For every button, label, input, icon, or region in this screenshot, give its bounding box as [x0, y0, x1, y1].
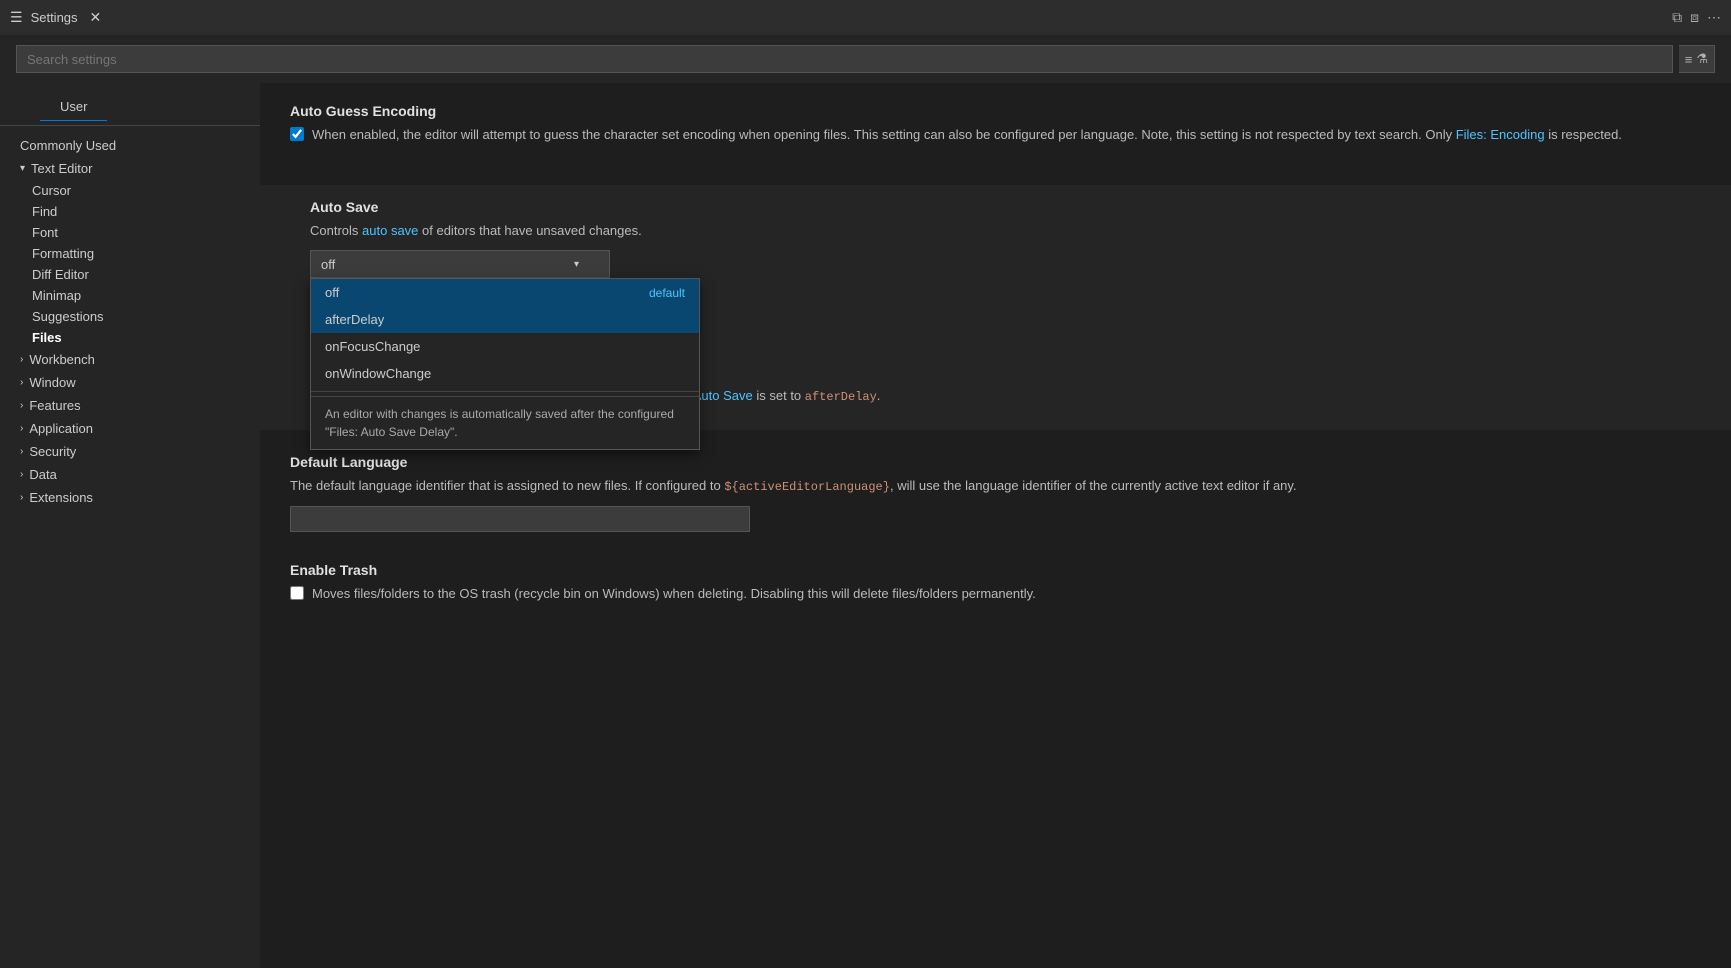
content-area: User Commonly Used ▾ Text Editor Cursor … — [0, 83, 1731, 968]
search-input[interactable] — [16, 45, 1673, 73]
default-language-input[interactable] — [290, 506, 750, 532]
sidebar-item-label: Extensions — [29, 490, 93, 505]
auto-save-dropdown[interactable]: off ▾ — [310, 250, 610, 278]
sidebar-item-label: Text Editor — [31, 161, 92, 176]
sidebar-item-diff-editor[interactable]: Diff Editor — [0, 264, 260, 285]
sidebar-item-label: Features — [29, 398, 80, 413]
auto-guess-encoding-description: When enabled, the editor will attempt to… — [312, 125, 1622, 145]
sidebar-item-data[interactable]: › Data — [0, 463, 260, 486]
sidebar-item-application[interactable]: › Application — [0, 417, 260, 440]
sidebar-item-formatting[interactable]: Formatting — [0, 243, 260, 264]
title-bar-title: Settings — [31, 10, 78, 25]
chevron-right-icon: › — [20, 377, 23, 388]
sidebar-item-window[interactable]: › Window — [0, 371, 260, 394]
enable-trash-title-text: Enable Trash — [290, 562, 377, 578]
sidebar-item-cursor[interactable]: Cursor — [0, 180, 260, 201]
auto-save-title-text: Auto Save — [310, 199, 378, 215]
dropdown-selected-value: off — [321, 257, 335, 272]
auto-save-dropdown-container: off ▾ off default afterDelay onFocusChan… — [310, 250, 610, 278]
option-value: onFocusChange — [325, 339, 420, 354]
sidebar-item-label: Commonly Used — [20, 138, 116, 153]
sidebar-item-workbench[interactable]: › Workbench — [0, 348, 260, 371]
chevron-right-icon: › — [20, 492, 23, 503]
sidebar-item-font[interactable]: Font — [0, 222, 260, 243]
option-default-label: default — [649, 286, 685, 300]
option-value: off — [325, 285, 339, 300]
chevron-right-icon: › — [20, 354, 23, 365]
chevron-right-icon: › — [20, 446, 23, 457]
title-bar-actions: ⧉ ⧈ ⋯ — [1672, 9, 1721, 26]
sidebar-item-files[interactable]: Files — [0, 327, 260, 348]
sidebar-item-label: Application — [29, 421, 93, 436]
clear-search-icon[interactable]: ≡ — [1685, 52, 1693, 67]
option-value: onWindowChange — [325, 366, 431, 381]
sidebar-item-extensions[interactable]: › Extensions — [0, 486, 260, 509]
more-actions-icon[interactable]: ⋯ — [1707, 9, 1721, 26]
search-bar-container: ≡ ⚗ — [0, 35, 1731, 83]
default-language-title: Default Language — [290, 454, 1701, 470]
dropdown-menu: off default afterDelay onFocusChange onW… — [310, 278, 700, 450]
dropdown-description: An editor with changes is automatically … — [311, 396, 699, 449]
sidebar-item-security[interactable]: › Security — [0, 440, 260, 463]
chevron-down-icon: ▾ — [20, 163, 25, 174]
sidebar-item-commonly-used[interactable]: Commonly Used — [0, 134, 260, 157]
enable-trash-title: Enable Trash — [290, 562, 1701, 578]
sidebar-item-label: Workbench — [29, 352, 95, 367]
auto-save-link[interactable]: auto save — [362, 223, 418, 238]
auto-guess-encoding-checkbox[interactable] — [290, 127, 304, 141]
close-tab-button[interactable]: ✕ — [90, 9, 102, 26]
settings-main: Auto Guess Encoding When enabled, the ed… — [260, 83, 1731, 968]
chevron-right-icon: › — [20, 400, 23, 411]
enable-trash-checkbox-row: Moves files/folders to the OS trash (rec… — [290, 584, 1701, 614]
sidebar-item-label: Window — [29, 375, 75, 390]
auto-save-description: Controls auto save of editors that have … — [310, 221, 1701, 241]
default-language-description: The default language identifier that is … — [290, 476, 1701, 496]
dropdown-arrow-icon: ▾ — [574, 259, 579, 270]
title-bar: ☰ Settings ✕ ⧉ ⧈ ⋯ — [0, 0, 1731, 35]
setting-title-text: Auto Guess Encoding — [290, 103, 436, 119]
dropdown-option-onfocuschange[interactable]: onFocusChange — [311, 333, 699, 360]
sidebar-item-find[interactable]: Find — [0, 201, 260, 222]
dropdown-option-onwindowchange[interactable]: onWindowChange — [311, 360, 699, 387]
sidebar: User Commonly Used ▾ Text Editor Cursor … — [0, 83, 260, 968]
after-delay-code: afterDelay — [805, 390, 877, 404]
sidebar-item-features[interactable]: › Features — [0, 394, 260, 417]
sidebar-item-label: Data — [29, 467, 56, 482]
sidebar-item-suggestions[interactable]: Suggestions — [0, 306, 260, 327]
filter-icon[interactable]: ⚗ — [1696, 51, 1708, 67]
setting-enable-trash: Enable Trash Moves files/folders to the … — [290, 562, 1701, 614]
default-language-title-text: Default Language — [290, 454, 407, 470]
setting-auto-save: ⚙ Auto Save Controls auto save of editor… — [260, 185, 1731, 431]
main-container: ≡ ⚗ User Commonly Used ▾ Text Editor Cur… — [0, 35, 1731, 968]
split-editor-icon[interactable]: ⧈ — [1690, 9, 1699, 26]
chevron-right-icon: › — [20, 469, 23, 480]
setting-title: Auto Guess Encoding — [290, 103, 1701, 119]
files-encoding-link[interactable]: Files: Encoding — [1456, 127, 1545, 142]
menu-icon[interactable]: ☰ — [10, 9, 23, 26]
chevron-right-icon: › — [20, 423, 23, 434]
sidebar-item-minimap[interactable]: Minimap — [0, 285, 260, 306]
open-new-window-icon[interactable]: ⧉ — [1672, 9, 1682, 26]
option-value: afterDelay — [325, 312, 384, 327]
search-icons: ≡ ⚗ — [1679, 45, 1715, 73]
setting-default-language: Default Language The default language id… — [290, 454, 1701, 532]
active-editor-code: ${activeEditorLanguage} — [724, 480, 890, 494]
enable-trash-description: Moves files/folders to the OS trash (rec… — [312, 584, 1036, 604]
dropdown-option-afterdelay[interactable]: afterDelay — [311, 306, 699, 333]
setting-auto-guess-encoding: Auto Guess Encoding When enabled, the ed… — [290, 103, 1701, 155]
dropdown-divider — [311, 391, 699, 392]
sidebar-divider — [0, 125, 260, 126]
sidebar-item-text-editor[interactable]: ▾ Text Editor — [0, 157, 260, 180]
user-tab[interactable]: User — [40, 91, 107, 121]
enable-trash-checkbox[interactable] — [290, 586, 304, 600]
checkbox-row: When enabled, the editor will attempt to… — [290, 125, 1701, 155]
dropdown-option-off[interactable]: off default — [311, 279, 699, 306]
auto-save-title: Auto Save — [310, 199, 1701, 215]
sidebar-item-label: Security — [29, 444, 76, 459]
